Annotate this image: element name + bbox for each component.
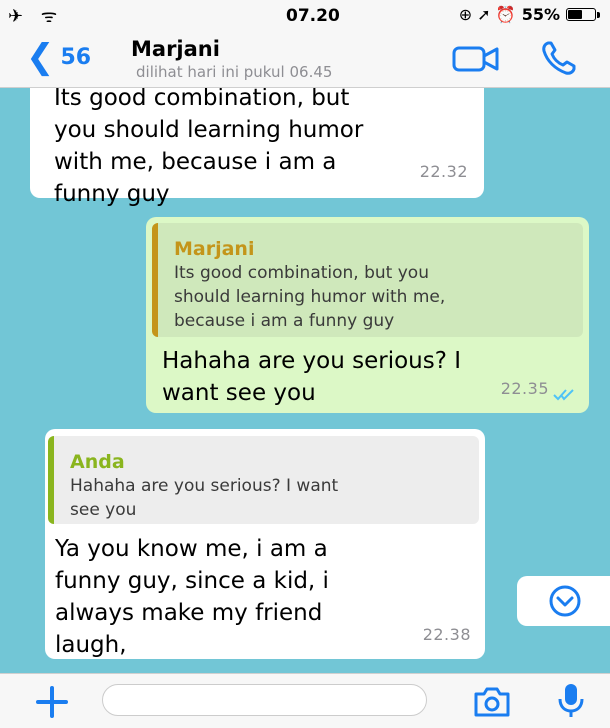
battery-tip: [597, 11, 600, 18]
message-bubble-incoming[interactable]: Anda Hahaha are you serious? I want see …: [45, 429, 485, 659]
message-line: with me, because i am a: [54, 149, 337, 175]
quote-line: Its good combination, but you: [174, 263, 429, 283]
message-line: funny guy: [54, 181, 170, 207]
last-seen-status: dilihat hari ini pukul 06.45: [136, 63, 333, 81]
back-chevron-icon: ❮: [26, 37, 55, 77]
voice-message-button[interactable]: [556, 682, 586, 724]
camera-icon: [474, 687, 510, 717]
chat-header: ❮ 56 Marjani dilihat hari ini pukul 06.4…: [0, 30, 610, 88]
message-text: Hahaha are you serious? I want see you: [162, 345, 461, 409]
quote-accent-bar: [152, 223, 158, 337]
quote-accent-bar: [48, 436, 54, 524]
status-bar: ✈ ᯤ 07.20 ⊕ ➚ ⏰ 55%: [0, 0, 610, 30]
quote-line: because i am a funny guy: [174, 311, 395, 331]
message-line: laugh,: [55, 632, 127, 658]
chat-area[interactable]: Its good combination, but you should lea…: [0, 88, 610, 673]
quoted-message[interactable]: Anda Hahaha are you serious? I want see …: [48, 436, 479, 524]
message-bubble-outgoing[interactable]: Marjani Its good combination, but you sh…: [146, 217, 589, 413]
contact-name[interactable]: Marjani: [131, 37, 220, 61]
message-line: funny guy, since a kid, i: [55, 568, 329, 594]
microphone-icon: [558, 684, 584, 717]
quote-text: Hahaha are you serious? I want see you: [70, 474, 338, 522]
message-time: 22.38: [422, 625, 471, 644]
message-time: 22.35: [500, 379, 549, 398]
battery-icon: [566, 8, 596, 21]
unread-count: 56: [60, 44, 92, 70]
message-line: Hahaha are you serious? I: [162, 348, 462, 374]
message-line: always make my friend: [55, 600, 323, 626]
quote-line: should learning humor with me,: [174, 287, 446, 307]
voice-call-button[interactable]: [540, 40, 578, 80]
chevron-down-circle-icon: [549, 585, 581, 617]
message-text: Ya you know me, i am a funny guy, since …: [55, 533, 329, 661]
read-receipt-icon: [553, 389, 574, 401]
video-call-button[interactable]: [452, 44, 500, 78]
status-time: 07.20: [286, 6, 340, 26]
phone-icon: [542, 41, 576, 75]
message-line: you should learning humor: [54, 117, 364, 143]
message-line: Its good combination, but: [54, 88, 350, 111]
video-camera-icon: [452, 46, 499, 72]
battery-level: [568, 10, 582, 19]
message-line: want see you: [162, 380, 316, 406]
back-button[interactable]: ❮ 56: [26, 40, 91, 74]
quoted-message[interactable]: Marjani Its good combination, but you sh…: [152, 223, 583, 337]
battery-percent: 55%: [521, 5, 560, 24]
message-bubble-incoming[interactable]: Its good combination, but you should lea…: [30, 88, 484, 207]
attach-button[interactable]: [34, 684, 70, 724]
camera-button[interactable]: [472, 686, 512, 722]
status-indicator-icons: ⊕ ➚ ⏰: [458, 5, 516, 24]
scroll-to-bottom-button[interactable]: [517, 576, 610, 626]
quote-line: see you: [70, 500, 137, 520]
status-left-icons: ✈ ᯤ: [8, 6, 64, 27]
message-text: Its good combination, but you should lea…: [54, 88, 363, 210]
quote-text: Its good combination, but you should lea…: [174, 261, 445, 333]
message-time: 22.32: [419, 162, 468, 181]
message-line: Ya you know me, i am a: [55, 536, 328, 562]
plus-icon: [36, 686, 68, 718]
status-right: ⊕ ➚ ⏰ 55%: [459, 5, 600, 24]
composer-bar: [0, 673, 610, 728]
message-input[interactable]: [102, 684, 427, 716]
quote-line: Hahaha are you serious? I want: [70, 476, 339, 496]
